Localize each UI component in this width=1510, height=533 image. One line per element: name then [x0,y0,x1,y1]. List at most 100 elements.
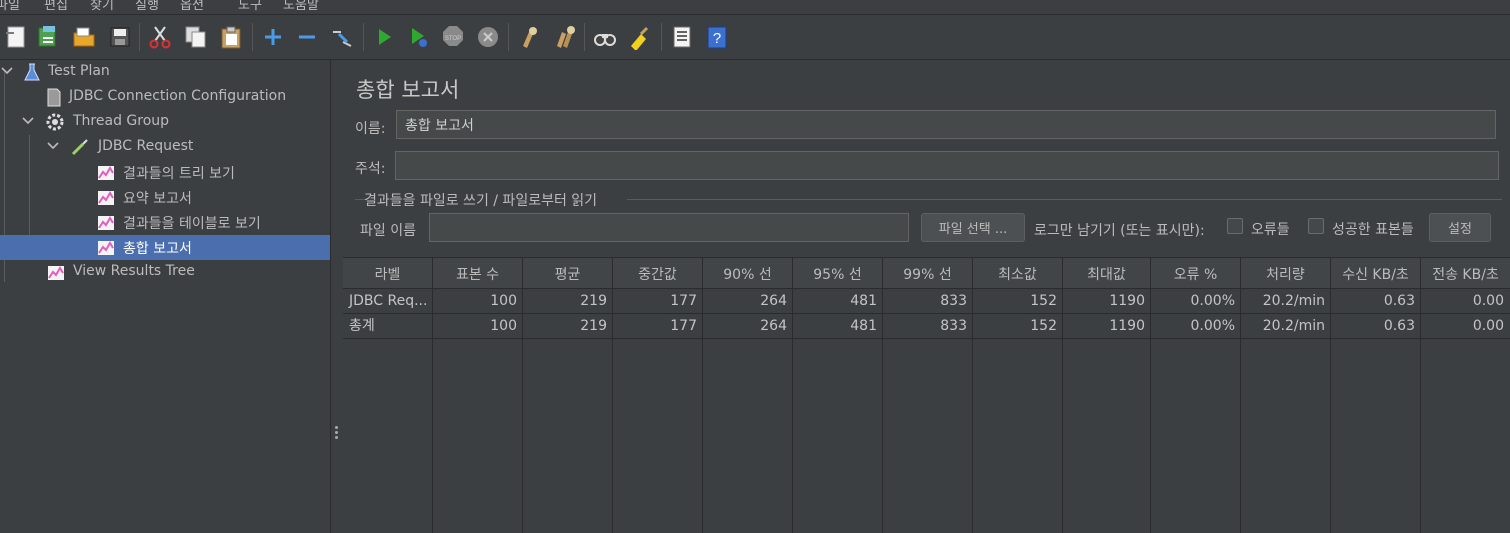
cut-icon[interactable] [145,21,175,53]
tree-node-label: 총합 보고서 [123,241,192,257]
listener-chart-icon [98,191,114,205]
tree-node-summary-report[interactable]: 요약 보고서 [0,185,330,210]
column-header-throughput[interactable]: 처리량 [1241,258,1331,290]
table-cell: 152 [1030,318,1057,334]
comment-field[interactable] [395,151,1499,180]
split-pane-divider[interactable] [330,60,336,533]
gear-icon [46,113,64,131]
svg-text:STOP: STOP [445,36,461,42]
log-only-label: 로그만 남기기 (또는 표시만): [1034,223,1205,239]
name-field[interactable]: 총합 보고서 [396,110,1496,139]
errors-checkbox[interactable] [1227,218,1243,234]
comment-label: 주석: [355,161,386,177]
search-icon[interactable] [590,21,620,53]
configure-button[interactable]: 설정 [1429,213,1491,242]
help-icon[interactable]: ? [702,21,732,53]
stop-icon[interactable]: STOP [438,21,468,53]
listener-chart-icon [98,166,114,180]
tree-node-view-results-tree[interactable]: View Results Tree [0,260,330,285]
tree-node-thread-group[interactable]: Thread Group [0,110,330,135]
listener-chart-icon [48,266,64,280]
new-icon[interactable] [1,21,31,53]
tree-node-jdbc-connection[interactable]: JDBC Connection Configuration [0,85,330,110]
table-cell: JDBC Req... [349,293,428,309]
column-header-min[interactable]: 최소값 [973,258,1063,290]
table-row[interactable]: 총계 100 219 177 264 481 833 152 1190 0.00… [343,314,1510,339]
table-cell: 100 [490,293,517,309]
save-icon[interactable] [105,21,135,53]
column-header-95-line[interactable]: 95% 선 [793,258,883,290]
table-row[interactable]: JDBC Req... 100 219 177 264 481 833 152 … [343,289,1510,314]
tree-node-aggregate-report[interactable]: 총합 보고서 [0,235,330,260]
chevron-down-icon[interactable] [46,139,60,153]
column-header-received[interactable]: 수신 KB/초 [1331,258,1421,290]
menu-edit[interactable]: 편집 [44,0,68,13]
table-cell: 152 [1030,293,1057,309]
menu-options[interactable]: 옵션 [180,0,204,13]
table-cell: 1190 [1109,318,1145,334]
page-title: 총합 보고서 [356,78,460,102]
table-cell: 833 [940,318,967,334]
browse-button[interactable]: 파일 선택 ... [921,213,1025,242]
success-checkbox[interactable] [1308,218,1324,234]
menu-tools[interactable]: 도구 [238,0,262,13]
table-header: 라벨 표본 수 평균 중간값 90% 선 95% 선 99% 선 최소값 최대값… [343,257,1510,290]
templates-icon[interactable] [33,21,63,53]
tree-node-jdbc-request[interactable]: JDBC Request [0,135,330,160]
chevron-down-icon[interactable] [21,114,35,128]
column-header-99-line[interactable]: 99% 선 [883,258,973,290]
divider-grip [335,436,338,439]
function-helper-icon[interactable] [667,21,697,53]
tree-node-label: JDBC Request [98,138,194,154]
clear-all-icon[interactable] [549,21,579,53]
table-cell: 177 [670,318,697,334]
column-header-error[interactable]: 오류 % [1151,258,1241,290]
chevron-down-icon[interactable] [0,64,14,78]
divider-grip [335,431,338,434]
flask-icon [24,63,40,81]
menu-bar: 파일 편집 찾기 실행 옵션 도구 도움말 [0,0,1510,14]
copy-icon[interactable] [181,21,211,53]
table-cell: 0.00% [1190,293,1235,309]
menu-run[interactable]: 실행 [135,0,159,13]
listener-chart-icon [98,216,114,230]
tree-node-test-plan[interactable]: Test Plan [0,60,330,85]
column-header-median[interactable]: 중간값 [613,258,703,290]
open-icon[interactable] [69,21,99,53]
column-header-90-line[interactable]: 90% 선 [703,258,793,290]
table-cell: 0.00% [1190,318,1235,334]
aggregate-table: 라벨 표본 수 평균 중간값 90% 선 95% 선 99% 선 최소값 최대값… [343,257,1510,533]
toolbar: STOP ? [0,14,1510,60]
filename-field[interactable] [429,213,909,242]
reset-search-icon[interactable] [625,21,655,53]
column-header-average[interactable]: 평균 [523,258,613,290]
menu-file[interactable]: 파일 [0,0,20,13]
tree-node-label: View Results Tree [73,263,195,279]
section-border-right [627,199,1502,200]
tree-node-label: JDBC Connection Configuration [69,88,287,104]
clear-icon[interactable] [513,21,543,53]
menu-help[interactable]: 도움말 [283,0,319,13]
tree-node-label: Thread Group [73,113,170,129]
start-no-pause-icon[interactable] [404,21,434,53]
expand-icon[interactable] [258,21,288,53]
table-cell: 177 [670,293,697,309]
paste-icon[interactable] [216,21,246,53]
menu-search[interactable]: 찾기 [90,0,114,13]
start-icon[interactable] [369,21,399,53]
errors-label: 오류들 [1251,222,1290,238]
table-cell: 100 [490,318,517,334]
column-header-max[interactable]: 최대값 [1063,258,1151,290]
tree-node-view-results-table[interactable]: 결과들을 테이블로 보기 [0,210,330,235]
table-cell: 481 [850,318,877,334]
tree-node-view-results-tree-ko[interactable]: 결과들의 트리 보기 [0,160,330,185]
file-section-title: 결과들을 파일로 쓰기 / 파일로부터 읽기 [364,193,598,209]
table-cell: 0.63 [1383,293,1415,309]
collapse-icon[interactable] [292,21,322,53]
shutdown-icon[interactable] [473,21,503,53]
column-header-samples[interactable]: 표본 수 [433,258,523,290]
column-header-label[interactable]: 라벨 [343,258,433,290]
toggle-icon[interactable] [327,21,357,53]
column-header-sent[interactable]: 전송 KB/초 [1421,258,1510,290]
tree-node-label: 요약 보고서 [123,191,192,207]
